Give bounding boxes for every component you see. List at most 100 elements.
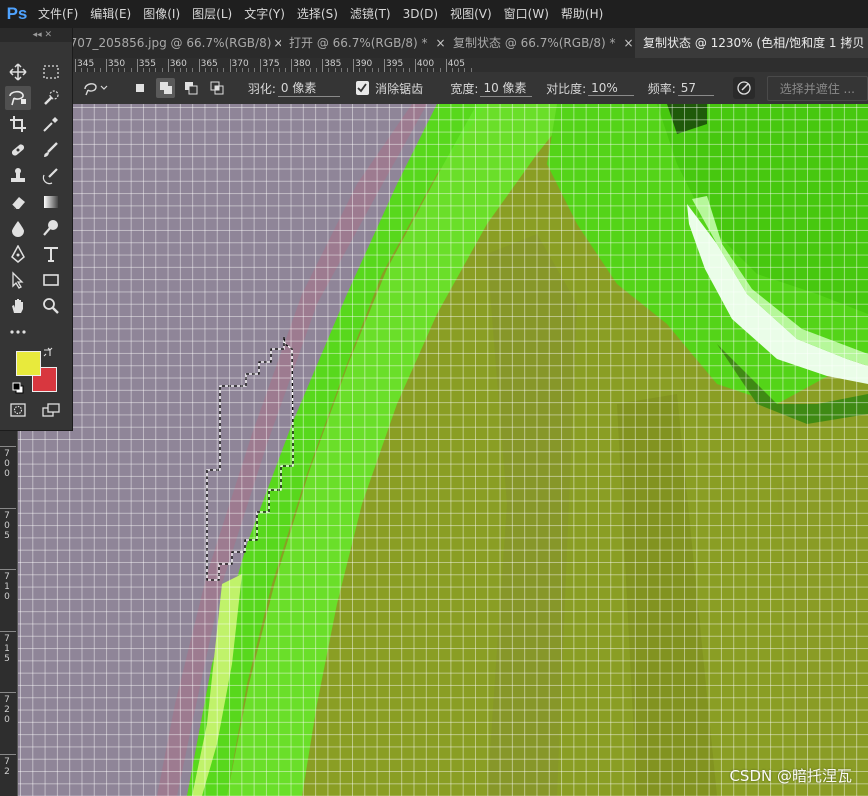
clone-stamp-tool-icon[interactable]: [5, 164, 31, 188]
ruler-label: 355: [138, 59, 156, 69]
blur-tool-icon[interactable]: [5, 216, 31, 240]
tab-close-icon[interactable]: ×: [623, 28, 633, 58]
tab-label: 复制状态 @ 1230% (色相/饱和度 1 拷贝: [643, 36, 865, 50]
default-colors-icon[interactable]: [10, 380, 26, 396]
menu-filter[interactable]: 滤镜(T): [346, 0, 399, 28]
vertical-ruler: 700 705 710 715 720 72: [0, 430, 18, 796]
subtract-from-selection-icon[interactable]: [181, 78, 200, 98]
history-brush-tool-icon[interactable]: [38, 164, 64, 188]
screen-mode-icon[interactable]: [38, 398, 64, 422]
ruler-major-tick: [75, 59, 76, 72]
frequency-input[interactable]: 57: [677, 81, 714, 96]
select-and-mask-button[interactable]: 选择并遮住 ...: [766, 75, 868, 101]
menu-3d[interactable]: 3D(D): [399, 0, 446, 28]
dodge-tool-icon[interactable]: [38, 216, 64, 240]
eyedropper-tool-icon[interactable]: [38, 112, 64, 136]
magnetic-lasso-tool-icon[interactable]: [5, 86, 31, 110]
tablet-pressure-icon[interactable]: [733, 77, 755, 99]
contrast-input[interactable]: 10%: [588, 81, 635, 96]
ruler-label: 385: [324, 59, 342, 69]
antialias-checkbox[interactable]: [355, 81, 370, 95]
ruler-major-tick: [105, 59, 107, 72]
document-tab-bar: 0707_205856.jpg @ 66.7%(RGB/8) × 打开 @ 66.…: [0, 28, 868, 58]
ruler-major-tick: [0, 446, 16, 447]
tab-document-active[interactable]: 复制状态 @ 1230% (色相/饱和度 1 拷贝: [635, 28, 868, 58]
ruler-major-tick: [167, 59, 169, 72]
tab-document-3[interactable]: 复制状态 @ 66.7%(RGB/8) * ×: [445, 28, 640, 58]
ruler-major-tick: [0, 507, 16, 509]
antialias-label: 消除锯齿: [375, 81, 424, 96]
ruler-label: 705: [4, 510, 10, 541]
feather-input[interactable]: 0 像素: [277, 79, 340, 97]
document-canvas[interactable]: CSDN @暗托涅瓦: [17, 104, 868, 796]
intersect-selection-icon[interactable]: [207, 78, 226, 98]
tab-label: 0707_205856.jpg @ 66.7%(RGB/8): [62, 36, 272, 50]
ruler-major-tick: [0, 692, 16, 693]
toolbox-collapse-icon[interactable]: ◂◂ ✕: [0, 28, 72, 42]
tab-document-1[interactable]: 0707_205856.jpg @ 66.7%(RGB/8) ×: [60, 28, 287, 58]
frequency-label: 频率:: [647, 81, 676, 96]
contrast-label: 对比度:: [546, 81, 587, 96]
ruler-major-tick: [0, 569, 16, 570]
crop-tool-icon[interactable]: [5, 112, 31, 136]
rectangle-tool-icon[interactable]: [38, 268, 64, 292]
tab-document-2[interactable]: 打开 @ 66.7%(RGB/8) * ×: [281, 28, 451, 58]
menu-help[interactable]: 帮助(H): [557, 0, 611, 28]
ruler-label: 360: [169, 59, 187, 69]
tool-options-bar: 羽化: 0 像素 消除锯齿 宽度: 10 像素 对比度: 10% 频率: 57 …: [72, 72, 868, 104]
ruler-label: 400: [416, 59, 435, 69]
ruler-major-tick: [0, 753, 16, 755]
menu-bar: Ps 文件(F) 编辑(E) 图像(I) 图层(L) 文字(Y) 选择(S) 滤…: [0, 0, 868, 28]
add-to-selection-icon[interactable]: [155, 78, 176, 98]
pen-tool-icon[interactable]: [5, 242, 31, 266]
toolbox: ◂◂ ✕: [0, 28, 73, 431]
menu-select[interactable]: 选择(S): [293, 0, 346, 28]
new-selection-icon[interactable]: [130, 78, 149, 98]
brush-tool-icon[interactable]: [38, 138, 64, 162]
horizontal-ruler: 345 350 355 360 365 370 375 380 385 390 395 400 405: [72, 58, 868, 73]
ruler-label: 345: [77, 59, 95, 69]
ruler-major-tick: [229, 59, 231, 72]
menu-type[interactable]: 文字(Y): [240, 0, 293, 28]
tab-label: 复制状态 @ 66.7%(RGB/8) *: [453, 36, 616, 50]
ruler-label: 390: [355, 59, 373, 69]
menu-image[interactable]: 图像(I): [139, 0, 188, 28]
lasso-preset-icon[interactable]: [82, 79, 111, 97]
marquee-tool-icon[interactable]: [38, 60, 64, 84]
healing-brush-tool-icon[interactable]: [5, 138, 31, 162]
menu-layer[interactable]: 图层(L): [188, 0, 240, 28]
ruler-major-tick: [0, 630, 16, 632]
ruler-major-tick: [322, 59, 324, 72]
move-tool-icon[interactable]: [5, 60, 31, 84]
watermark: CSDN @暗托涅瓦: [729, 767, 852, 785]
menu-edit[interactable]: 编辑(E): [86, 0, 139, 28]
zoomed-pixel-image: [17, 104, 868, 796]
zoom-tool-icon[interactable]: [38, 294, 64, 318]
ruler-major-tick: [136, 59, 138, 72]
hand-tool-icon[interactable]: [5, 294, 31, 318]
path-selection-tool-icon[interactable]: [5, 268, 31, 292]
eraser-tool-icon[interactable]: [5, 190, 31, 214]
ruler-label: 700: [4, 449, 10, 479]
swap-colors-icon[interactable]: [40, 344, 56, 360]
ruler-label: 370: [231, 59, 249, 69]
width-input[interactable]: 10 像素: [480, 79, 533, 97]
quick-mask-icon[interactable]: [5, 398, 31, 422]
ruler-label: 715: [4, 633, 10, 664]
ruler-major-tick: [445, 59, 447, 72]
ruler-label: 365: [200, 59, 218, 69]
quick-selection-tool-icon[interactable]: [38, 86, 64, 110]
ruler-major-tick: [260, 59, 262, 72]
ruler-label: 72: [4, 756, 10, 777]
edit-toolbar-icon[interactable]: [5, 320, 31, 344]
menu-file[interactable]: 文件(F): [34, 0, 86, 28]
type-tool-icon[interactable]: [38, 242, 64, 266]
width-label: 宽度:: [450, 81, 479, 96]
gradient-tool-icon[interactable]: [38, 190, 64, 214]
ruler-label: 720: [4, 695, 10, 725]
menu-window[interactable]: 窗口(W): [500, 0, 557, 28]
menu-view[interactable]: 视图(V): [446, 0, 500, 28]
foreground-color-swatch[interactable]: [16, 351, 41, 376]
ruler-label: 395: [386, 59, 404, 69]
ruler-label: 380: [293, 59, 311, 69]
